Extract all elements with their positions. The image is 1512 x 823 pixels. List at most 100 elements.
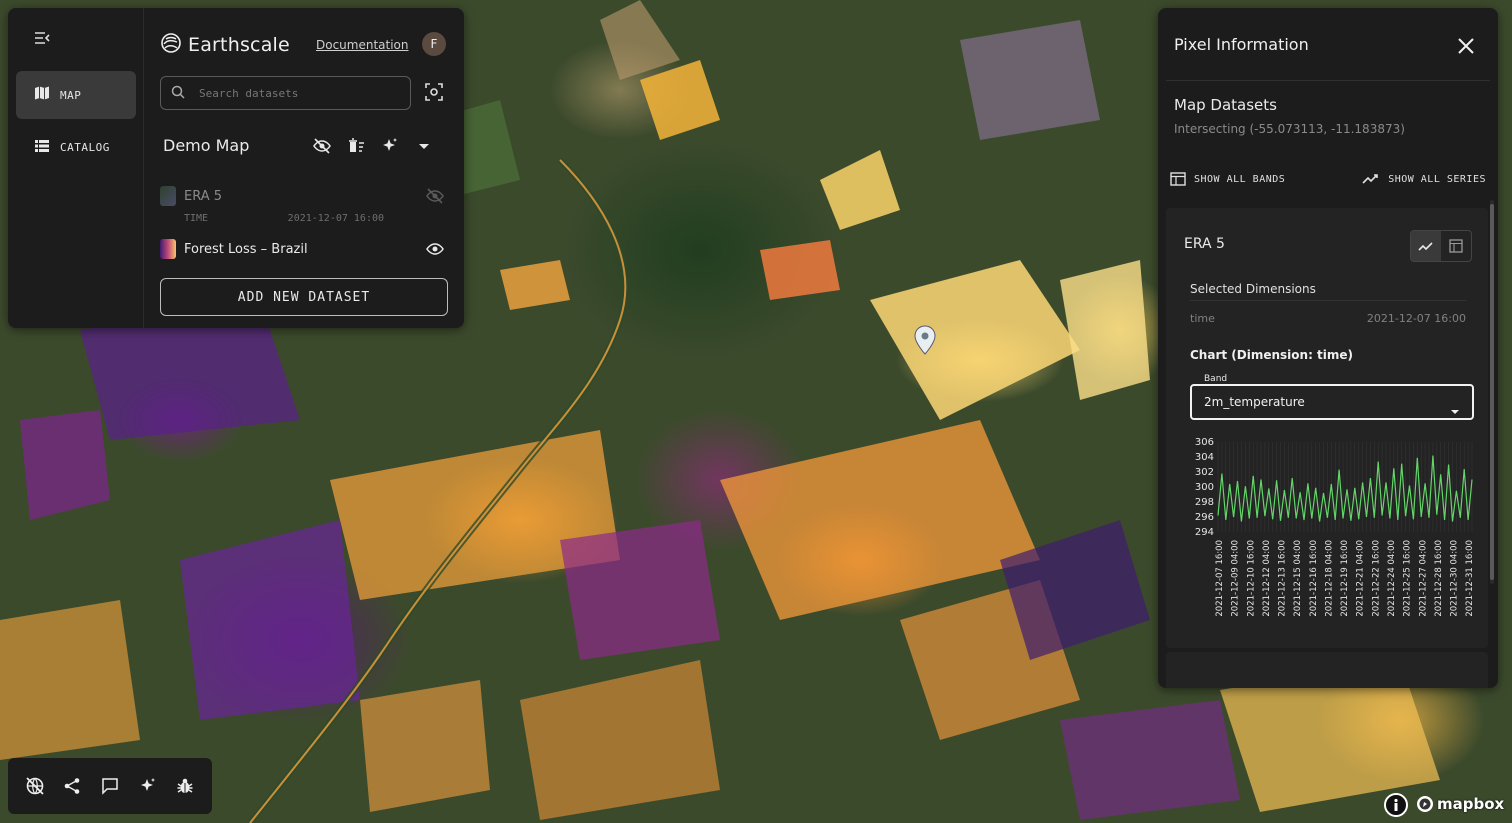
nav-item-map[interactable]: MAP — [16, 71, 136, 119]
brand-name: Earthscale — [188, 34, 290, 56]
hide-all-layers-icon[interactable] — [312, 136, 332, 156]
nav-item-label: CATALOG — [60, 140, 110, 154]
y-tick-label: 300 — [1195, 482, 1214, 493]
layer-swatch-icon — [160, 239, 176, 259]
dimension-row: time 2021-12-07 16:00 — [1190, 312, 1466, 325]
x-tick-label: 2021-12-16 16:00 — [1309, 540, 1319, 617]
layer-name: Forest Loss – Brazil — [184, 241, 308, 257]
chart-view-icon[interactable] — [1411, 231, 1441, 261]
time-series-chart: 306 304 302 300 298 296 294 2021-12-07 16:00 202… — [1182, 432, 1478, 646]
table-view-icon[interactable] — [1441, 231, 1471, 261]
x-tick-label: 2021-12-30 04:00 — [1450, 540, 1460, 617]
intersecting-coordinates: Intersecting (-55.073113, -11.183873) — [1174, 122, 1405, 136]
mapbox-logo[interactable]: mapbox — [1416, 795, 1504, 813]
map-title: Demo Map — [163, 136, 250, 155]
search-box[interactable] — [160, 76, 411, 110]
brand: Earthscale — [160, 32, 290, 58]
band-select-label: Band — [1200, 374, 1232, 384]
nav-rail: MAP CATALOG — [8, 8, 144, 328]
x-tick-label: 2021-12-24 04:00 — [1387, 540, 1397, 617]
dataset-card-next — [1166, 652, 1488, 688]
search-icon — [171, 84, 185, 103]
x-tick-label: 2021-12-15 04:00 — [1293, 540, 1303, 617]
chart-svg: 306 304 302 300 298 296 2942021-12-07 16:00 202… — [1195, 437, 1475, 617]
x-tick-label: 2021-12-21 04:00 — [1356, 540, 1366, 617]
layer-name: ERA 5 — [184, 188, 223, 204]
search-input[interactable] — [199, 86, 389, 100]
earthscale-logo-icon — [160, 32, 182, 58]
x-tick-label: 2021-12-31 16:00 — [1465, 540, 1475, 617]
comment-icon[interactable] — [99, 775, 121, 797]
scan-area-icon[interactable] — [424, 82, 444, 102]
show-all-bands-button[interactable]: SHOW ALL BANDS — [1170, 172, 1285, 186]
layer-item-era5[interactable]: ERA 5 — [160, 186, 448, 206]
info-icon[interactable] — [1384, 793, 1408, 817]
series-line — [1217, 455, 1473, 522]
x-tick-label: 2021-12-18 04:00 — [1324, 540, 1334, 617]
x-tick-label: 2021-12-10 16:00 — [1246, 540, 1256, 617]
dimension-value: 2021-12-07 16:00 — [287, 213, 384, 224]
x-tick-label: 2021-12-13 16:00 — [1278, 540, 1288, 617]
section-title: Map Datasets — [1174, 96, 1277, 114]
sparkle-icon[interactable] — [380, 136, 400, 156]
globe-off-icon[interactable] — [24, 775, 46, 797]
trend-icon — [1362, 174, 1378, 184]
list-icon — [34, 138, 50, 157]
show-all-series-label: SHOW ALL SERIES — [1388, 173, 1486, 185]
bug-icon[interactable] — [174, 775, 196, 797]
share-icon[interactable] — [61, 775, 83, 797]
show-all-series-button[interactable]: SHOW ALL SERIES — [1362, 172, 1486, 186]
dimension-value: 2021-12-07 16:00 — [1366, 312, 1466, 325]
selected-dimensions-title: Selected Dimensions — [1190, 282, 1316, 296]
x-tick-label: 2021-12-28 16:00 — [1434, 540, 1444, 617]
layer-dimension-row: TIME 2021-12-07 16:00 — [184, 213, 384, 224]
dataset-card: ERA 5 Selected Dimensions time 2021-12-0… — [1166, 208, 1488, 648]
pixel-info-panel: Pixel Information Map Datasets Intersect… — [1158, 8, 1498, 688]
left-panel: MAP CATALOG Earthscale Documentation F S… — [8, 8, 464, 328]
close-icon[interactable] — [1456, 36, 1476, 56]
band-select-value: 2m_temperature — [1204, 395, 1305, 409]
table-icon — [1170, 172, 1186, 186]
x-tick-label: 2021-12-19 16:00 — [1340, 540, 1350, 617]
show-all-bands-label: SHOW ALL BANDS — [1194, 173, 1286, 185]
x-tick-label: 2021-12-22 16:00 — [1371, 540, 1381, 617]
map-icon — [34, 85, 50, 105]
user-avatar[interactable]: F — [422, 32, 446, 56]
x-tick-label: 2021-12-27 04:00 — [1418, 540, 1428, 617]
y-tick-label: 304 — [1195, 452, 1214, 463]
sparkle-icon[interactable] — [137, 775, 159, 797]
eye-icon[interactable] — [426, 241, 446, 257]
view-toggle — [1410, 230, 1472, 262]
scrollbar-thumb[interactable] — [1490, 204, 1494, 580]
x-tick-label: 2021-12-09 04:00 — [1231, 540, 1241, 617]
mapbox-logo-icon — [1417, 796, 1433, 812]
map-toolbar — [312, 136, 434, 156]
panel-actions: SHOW ALL BANDS SHOW ALL SERIES — [1170, 172, 1486, 186]
divider — [1190, 300, 1466, 301]
documentation-link[interactable]: Documentation — [316, 38, 409, 52]
panel-title: Pixel Information — [1174, 35, 1309, 54]
y-tick-label: 302 — [1195, 467, 1214, 478]
caret-down-icon — [1450, 400, 1460, 419]
nav-item-catalog[interactable]: CATALOG — [16, 123, 136, 171]
chevron-down-icon[interactable] — [414, 136, 434, 156]
eye-off-icon[interactable] — [426, 188, 446, 204]
chart-title: Chart (Dimension: time) — [1190, 348, 1354, 362]
band-select[interactable]: 2m_temperature — [1190, 384, 1474, 420]
bottom-toolbar — [8, 758, 212, 814]
delete-layers-icon[interactable] — [346, 136, 366, 156]
x-tick-label: 2021-12-25 16:00 — [1403, 540, 1413, 617]
layer-swatch-icon — [160, 186, 176, 206]
collapse-menu-icon[interactable] — [32, 30, 52, 46]
layer-item-forest-loss[interactable]: Forest Loss – Brazil — [160, 239, 448, 259]
x-tick-label: 2021-12-07 16:00 — [1215, 540, 1225, 617]
y-tick-label: 298 — [1195, 497, 1214, 508]
dataset-name: ERA 5 — [1184, 236, 1225, 252]
y-tick-label: 294 — [1195, 527, 1214, 538]
dimension-label: TIME — [184, 213, 209, 224]
map-panel: Earthscale Documentation F Demo Map — [160, 8, 456, 328]
dimension-name: time — [1190, 312, 1215, 325]
nav-item-label: MAP — [60, 88, 82, 102]
add-dataset-button[interactable]: ADD NEW DATASET — [160, 278, 448, 316]
divider — [1166, 80, 1490, 81]
